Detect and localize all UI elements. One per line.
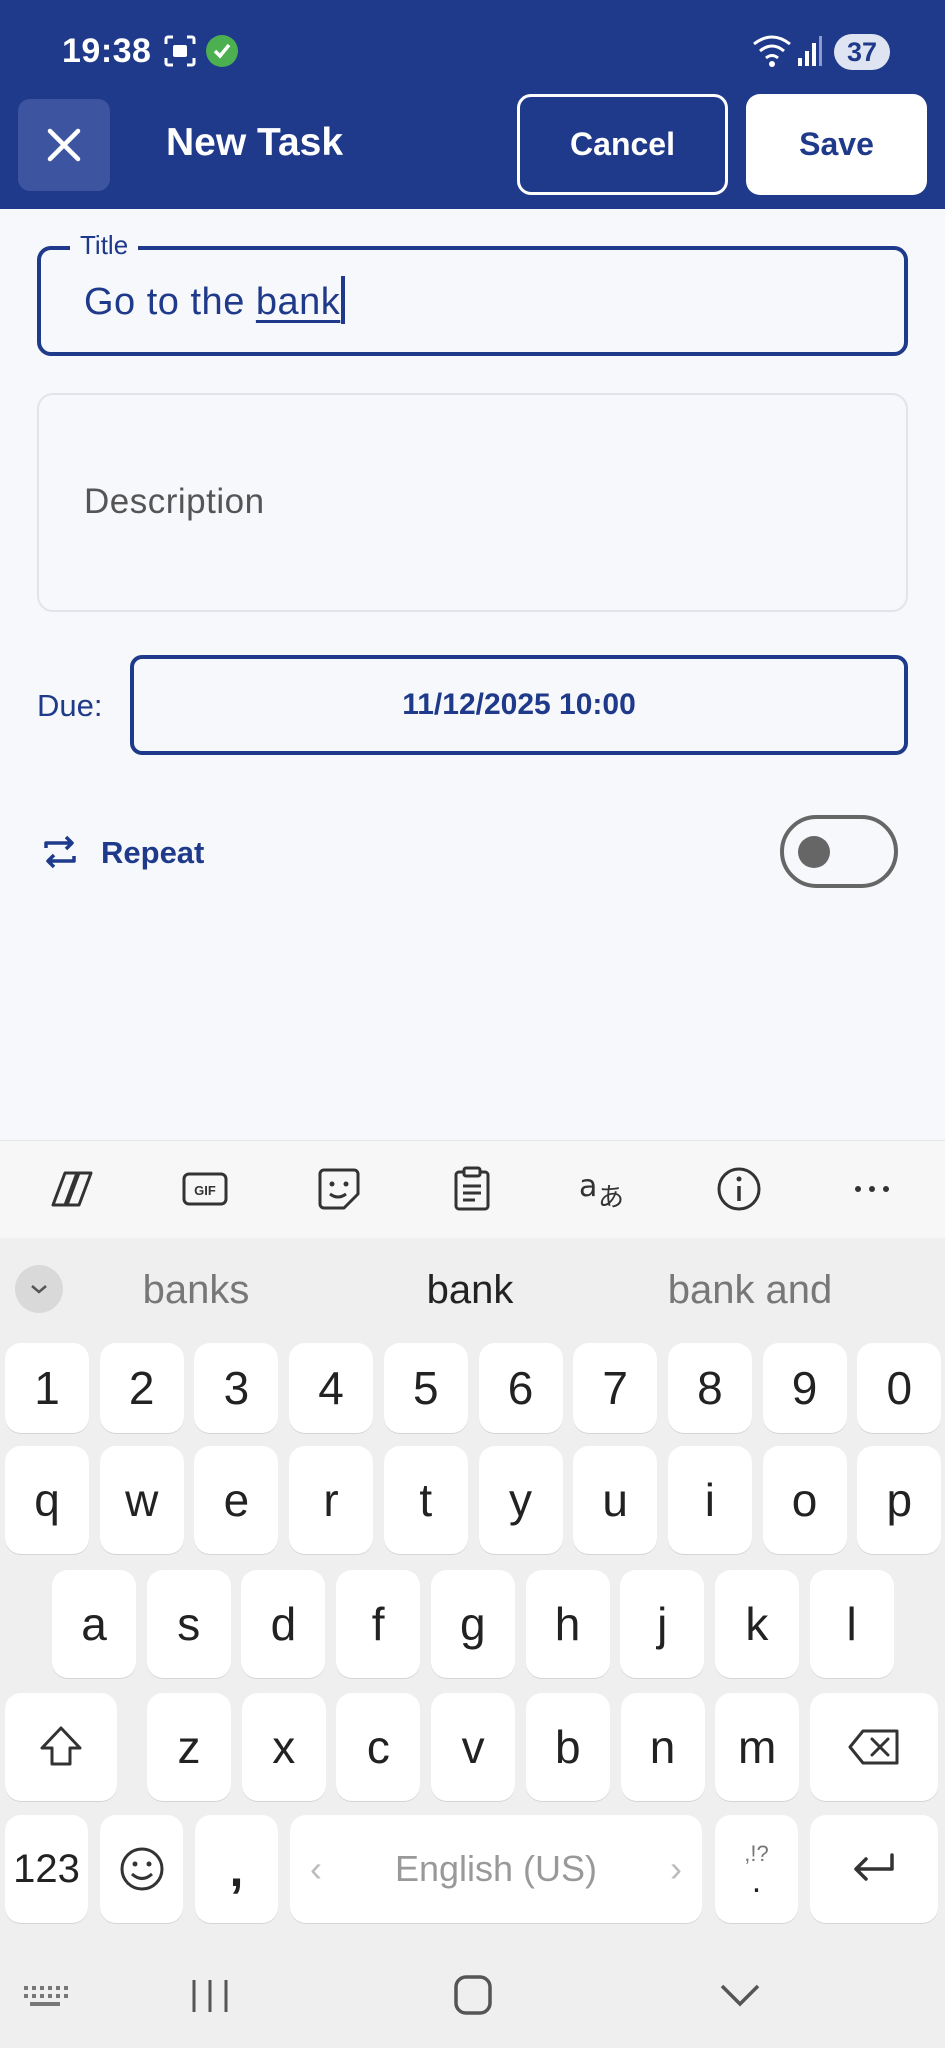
letter-key-w[interactable]: w <box>99 1446 184 1554</box>
letter-key-q[interactable]: q <box>5 1446 89 1554</box>
letter-key-v[interactable]: v <box>431 1693 516 1801</box>
punctuation-key[interactable]: ,!? . <box>715 1815 798 1923</box>
number-key-9[interactable]: 9 <box>762 1343 847 1433</box>
number-key-5[interactable]: 5 <box>383 1343 468 1433</box>
page-title: New Task <box>166 121 344 164</box>
svg-text:あ: あ <box>598 1183 624 1212</box>
number-key-6[interactable]: 6 <box>478 1343 563 1433</box>
letter-key-a[interactable]: a <box>52 1570 136 1678</box>
verified-app-icon <box>205 34 239 73</box>
app-header: 19:38 37 New Task Cancel Save <box>0 0 945 209</box>
letter-key-r[interactable]: r <box>289 1446 374 1554</box>
letter-key-l[interactable]: l <box>809 1570 894 1678</box>
title-input-value[interactable]: Go to the bank <box>84 276 346 324</box>
space-key[interactable]: ‹ English (US) › <box>290 1815 702 1923</box>
letter-key-c[interactable]: c <box>336 1693 421 1801</box>
letter-key-t[interactable]: t <box>383 1446 468 1554</box>
number-key-1[interactable]: 1 <box>5 1343 89 1433</box>
number-key-2[interactable]: 2 <box>99 1343 184 1433</box>
letter-key-k[interactable]: k <box>714 1570 799 1678</box>
copilot-icon[interactable] <box>45 1167 99 1211</box>
letter-key-b[interactable]: b <box>525 1693 610 1801</box>
letter-key-g[interactable]: g <box>430 1570 515 1678</box>
letter-key-o[interactable]: o <box>762 1446 847 1554</box>
title-text-prefix: Go to the <box>84 281 256 323</box>
back-icon[interactable] <box>718 1982 762 2013</box>
signal-icon <box>797 34 823 73</box>
svg-text:a: a <box>579 1169 597 1204</box>
cancel-button[interactable]: Cancel <box>517 94 728 195</box>
screenshot-icon <box>163 34 197 73</box>
due-label: Due: <box>37 688 103 723</box>
info-icon[interactable] <box>712 1167 766 1211</box>
number-key-8[interactable]: 8 <box>667 1343 752 1433</box>
number-key-0[interactable]: 0 <box>857 1343 942 1433</box>
close-button[interactable] <box>18 99 110 191</box>
letter-key-h[interactable]: h <box>525 1570 610 1678</box>
translate-icon[interactable]: aあ <box>578 1167 632 1212</box>
space-left-arrow-icon: ‹ <box>310 1848 322 1889</box>
repeat-toggle[interactable] <box>780 815 898 888</box>
emoji-key[interactable] <box>100 1815 183 1923</box>
letter-key-s[interactable]: s <box>146 1570 231 1678</box>
sticker-icon[interactable] <box>312 1167 366 1211</box>
due-date-picker[interactable]: 11/12/2025 10:00 <box>130 655 908 755</box>
save-button[interactable]: Save <box>746 94 927 195</box>
repeat-icon <box>40 832 80 877</box>
collapse-suggestions-button[interactable] <box>15 1265 63 1313</box>
letter-key-m[interactable]: m <box>715 1693 800 1801</box>
letter-key-f[interactable]: f <box>336 1570 421 1678</box>
letter-key-u[interactable]: u <box>573 1446 658 1554</box>
home-icon[interactable] <box>453 1974 493 2021</box>
numbers-key[interactable]: 123 <box>5 1815 88 1923</box>
letter-key-j[interactable]: j <box>620 1570 705 1678</box>
suggestion-3[interactable]: bank and <box>620 1265 880 1315</box>
number-key-4[interactable]: 4 <box>289 1343 374 1433</box>
chevron-down-icon <box>31 1285 47 1294</box>
letter-key-z[interactable]: z <box>147 1693 231 1801</box>
keyboard-hide-icon[interactable] <box>22 1984 68 2013</box>
status-time: 19:38 <box>62 32 152 70</box>
battery-indicator: 37 <box>834 34 890 70</box>
letter-key-y[interactable]: y <box>478 1446 563 1554</box>
description-placeholder: Description <box>84 482 265 521</box>
recent-apps-icon[interactable] <box>190 1978 230 2019</box>
period-label: . <box>751 1862 762 1900</box>
suggestion-2[interactable]: bank <box>370 1265 570 1315</box>
space-right-arrow-icon: › <box>670 1848 682 1889</box>
backspace-key[interactable] <box>810 1693 938 1801</box>
clipboard-icon[interactable] <box>445 1166 499 1211</box>
letter-key-i[interactable]: i <box>667 1446 752 1554</box>
toggle-knob <box>798 836 830 868</box>
suggestion-1[interactable]: banks <box>96 1265 296 1315</box>
gif-icon[interactable]: GIF <box>178 1167 232 1211</box>
letter-key-p[interactable]: p <box>857 1446 942 1554</box>
text-cursor <box>341 276 346 324</box>
more-icon[interactable] <box>845 1167 899 1211</box>
repeat-label: Repeat <box>101 835 205 870</box>
title-composing-word: bank <box>255 281 341 323</box>
number-key-7[interactable]: 7 <box>573 1343 658 1433</box>
backspace-icon <box>848 1729 899 1765</box>
emoji-icon <box>120 1847 163 1891</box>
enter-key[interactable] <box>810 1815 938 1923</box>
svg-text:GIF: GIF <box>194 1183 216 1198</box>
number-key-3[interactable]: 3 <box>194 1343 279 1433</box>
comma-key[interactable]: , <box>195 1815 278 1923</box>
letter-key-x[interactable]: x <box>241 1693 326 1801</box>
title-field-label: Title <box>70 230 139 261</box>
shift-icon <box>40 1726 82 1766</box>
space-language-label: English (US) <box>394 1848 598 1889</box>
enter-icon <box>854 1853 894 1881</box>
letter-key-e[interactable]: e <box>194 1446 279 1554</box>
shift-key[interactable] <box>5 1693 117 1801</box>
letter-key-d[interactable]: d <box>241 1570 326 1678</box>
status-bar: 19:38 37 <box>0 0 945 100</box>
close-icon <box>47 128 81 162</box>
wifi-icon <box>752 34 792 73</box>
letter-key-n[interactable]: n <box>620 1693 705 1801</box>
